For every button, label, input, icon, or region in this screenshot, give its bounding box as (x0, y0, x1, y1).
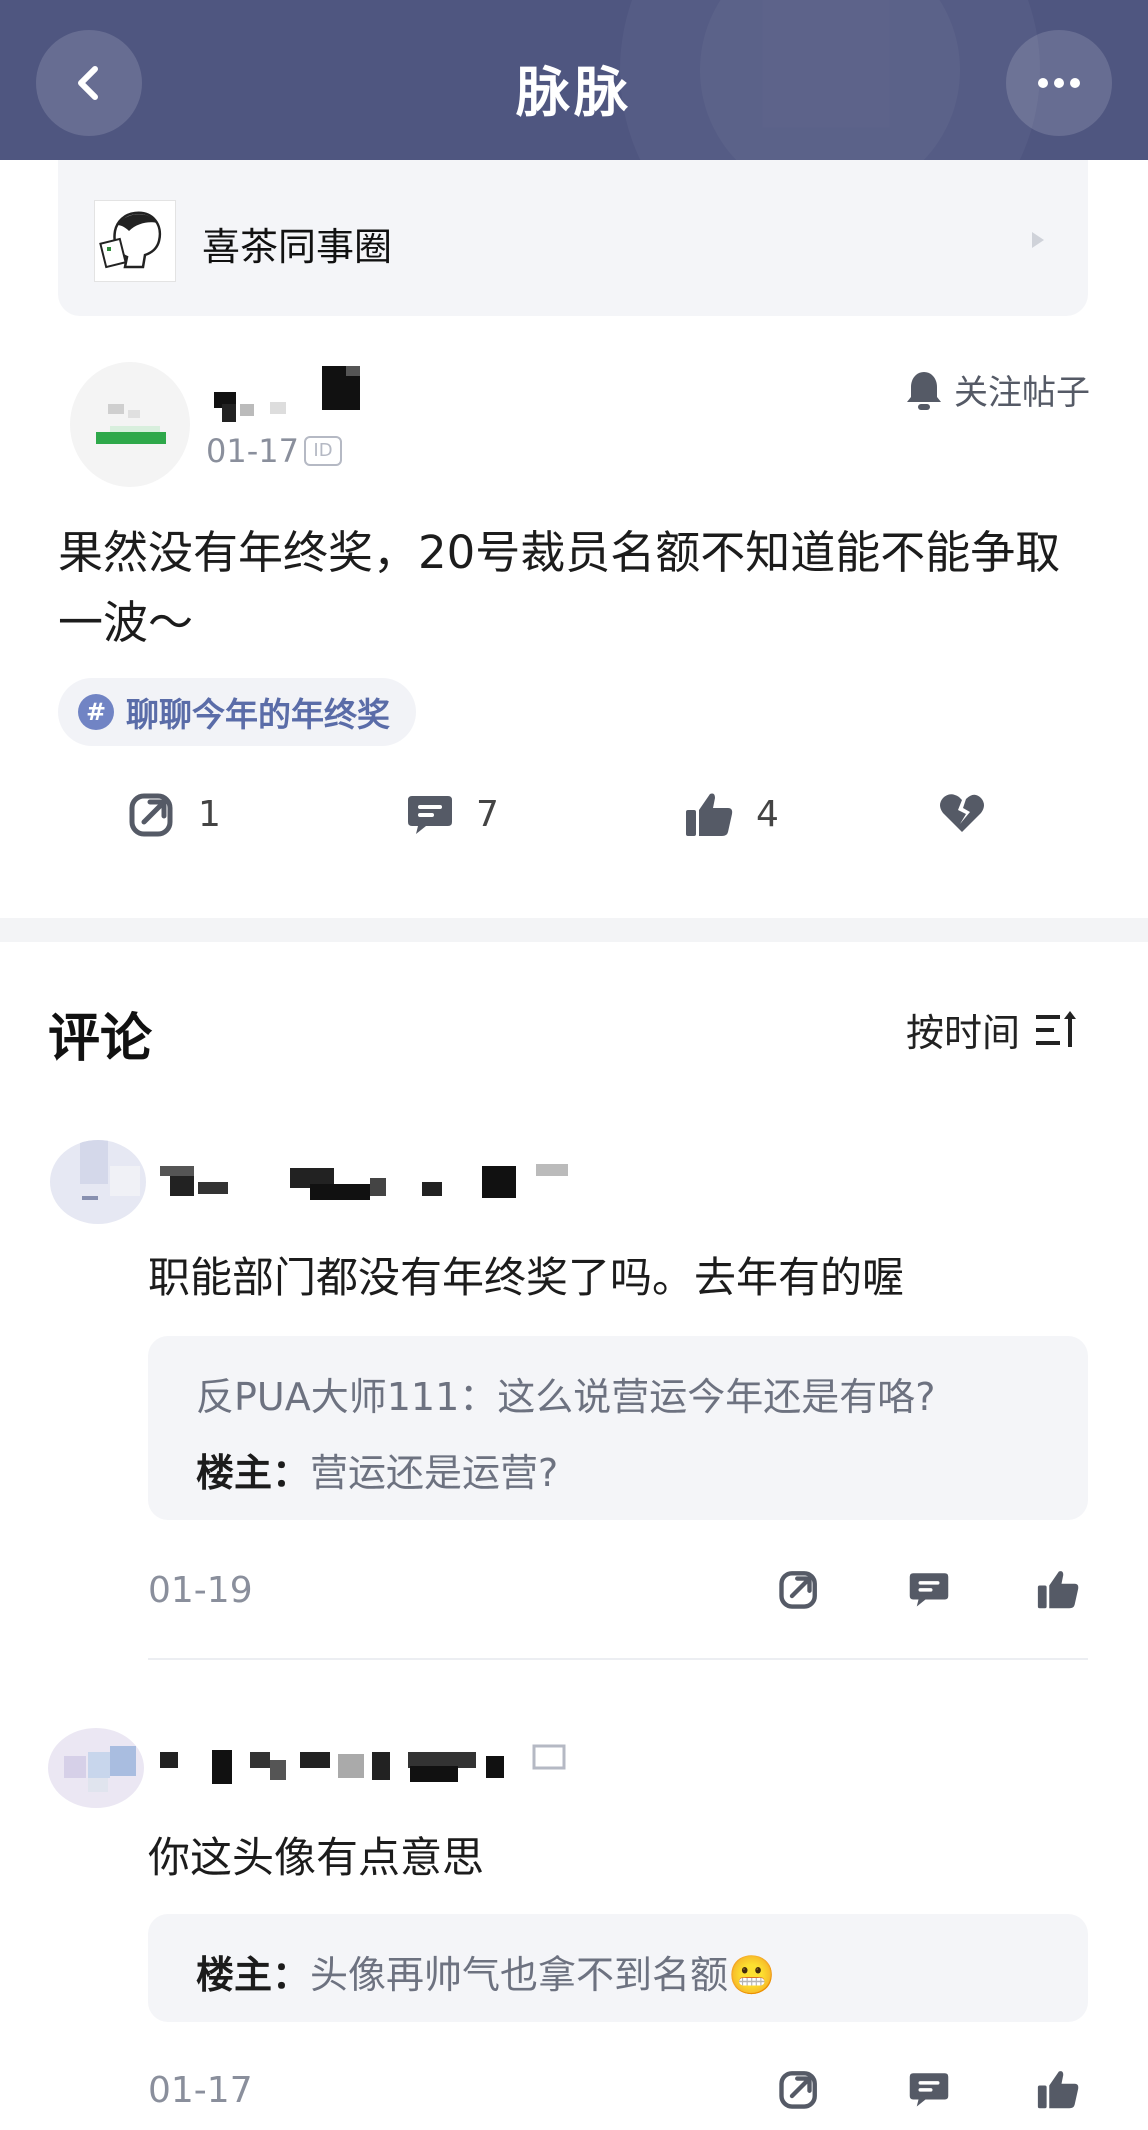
comment-like-button[interactable] (1036, 2068, 1080, 2114)
comment-date: 01-17 (148, 2070, 253, 2111)
more-dots-icon (1038, 78, 1080, 88)
reply-text: 这么说营运今年还是有咯? (497, 1375, 936, 1419)
author-avatar[interactable] (70, 362, 190, 487)
hashtag-icon: # (78, 694, 114, 730)
follow-post-button[interactable]: 关注帖子 (904, 365, 1090, 414)
reply-box[interactable]: 楼主：头像再帅气也拿不到名额😬 (148, 1914, 1088, 2022)
comment-reply-button[interactable] (908, 1568, 950, 1614)
page-title: 脉脉 (516, 61, 632, 124)
author-name-pixelated (214, 366, 360, 422)
share-count: 1 (198, 793, 221, 835)
comment-like-button[interactable] (1036, 1568, 1080, 1614)
post-text: 果然没有年终奖，20号裁员名额不知道能不能争取一波～ (58, 526, 1061, 649)
comments-heading: 评论 (48, 1009, 153, 1069)
comment-icon (909, 2073, 949, 2107)
post-action-bar: 1 7 4 (0, 790, 1148, 850)
sort-icon (1036, 1010, 1077, 1047)
reply-author: 楼主： (196, 1953, 311, 1997)
comment-button[interactable]: 7 (406, 790, 499, 838)
share-icon (129, 793, 173, 837)
post-date: 01-17 (206, 432, 299, 470)
comment-icon (408, 796, 452, 834)
commenter-name-pixelated (160, 1164, 568, 1200)
grimace-emoji-icon: 😬 (728, 1953, 776, 1997)
thumbs-up-icon (1037, 1571, 1079, 1609)
comment-icon (909, 1573, 949, 1607)
topic-label: 聊聊今年的年终奖 (126, 695, 390, 734)
share-icon (779, 1571, 817, 1609)
broken-heart-icon (940, 794, 984, 832)
share-icon (779, 2071, 817, 2109)
thumbs-up-icon (686, 793, 733, 836)
comment-text: 你这头像有点意思 (148, 1833, 485, 1882)
top-nav-bar: 脉脉 (0, 0, 1148, 160)
share-button[interactable]: 1 (128, 790, 221, 838)
reply-item: 楼主：营运还是运营? (196, 1442, 558, 1497)
comment-count: 7 (476, 793, 499, 835)
reply-text: 头像再帅气也拿不到名额 (310, 1953, 729, 1997)
chevron-right-icon (1032, 232, 1044, 248)
thumbs-up-icon (1037, 2071, 1079, 2109)
comment-reply-button[interactable] (908, 2068, 950, 2114)
sort-button[interactable]: 按时间 (906, 1002, 1078, 1057)
id-badge: ID (304, 436, 342, 466)
dislike-button[interactable] (938, 790, 1008, 834)
circle-logo-icon (94, 200, 176, 282)
reply-item: 楼主：头像再帅气也拿不到名额😬 (196, 1944, 775, 1999)
commenter-name-pixelated (160, 1744, 566, 1784)
reply-author: 反PUA大师111： (196, 1375, 498, 1419)
bell-icon (907, 371, 941, 410)
comment-date: 01-19 (148, 1570, 253, 1611)
comment-avatar[interactable] (50, 1140, 146, 1224)
section-divider (0, 918, 1148, 942)
reply-item: 反PUA大师111：这么说营运今年还是有咯? (196, 1366, 935, 1421)
comment-share-button[interactable] (778, 2068, 820, 2114)
circle-name: 喜茶同事圈 (202, 225, 393, 269)
reply-box[interactable]: 反PUA大师111：这么说营运今年还是有咯? 楼主：营运还是运营? (148, 1336, 1088, 1520)
more-button[interactable] (1006, 30, 1112, 136)
topic-tag[interactable]: # 聊聊今年的年终奖 (58, 678, 416, 746)
like-count: 4 (756, 793, 779, 835)
reply-text: 营运还是运营? (310, 1451, 559, 1495)
comment-separator (148, 1658, 1088, 1660)
comment-avatar[interactable] (48, 1728, 144, 1808)
sort-label: 按时间 (906, 1011, 1021, 1055)
like-button[interactable]: 4 (684, 790, 779, 838)
comment-share-button[interactable] (778, 1568, 820, 1614)
reply-author: 楼主： (196, 1451, 311, 1495)
circle-card[interactable]: 喜茶同事圈 (58, 160, 1088, 316)
comment-text: 职能部门都没有年终奖了吗。去年有的喔 (148, 1253, 905, 1302)
follow-post-label: 关注帖子 (954, 373, 1090, 413)
